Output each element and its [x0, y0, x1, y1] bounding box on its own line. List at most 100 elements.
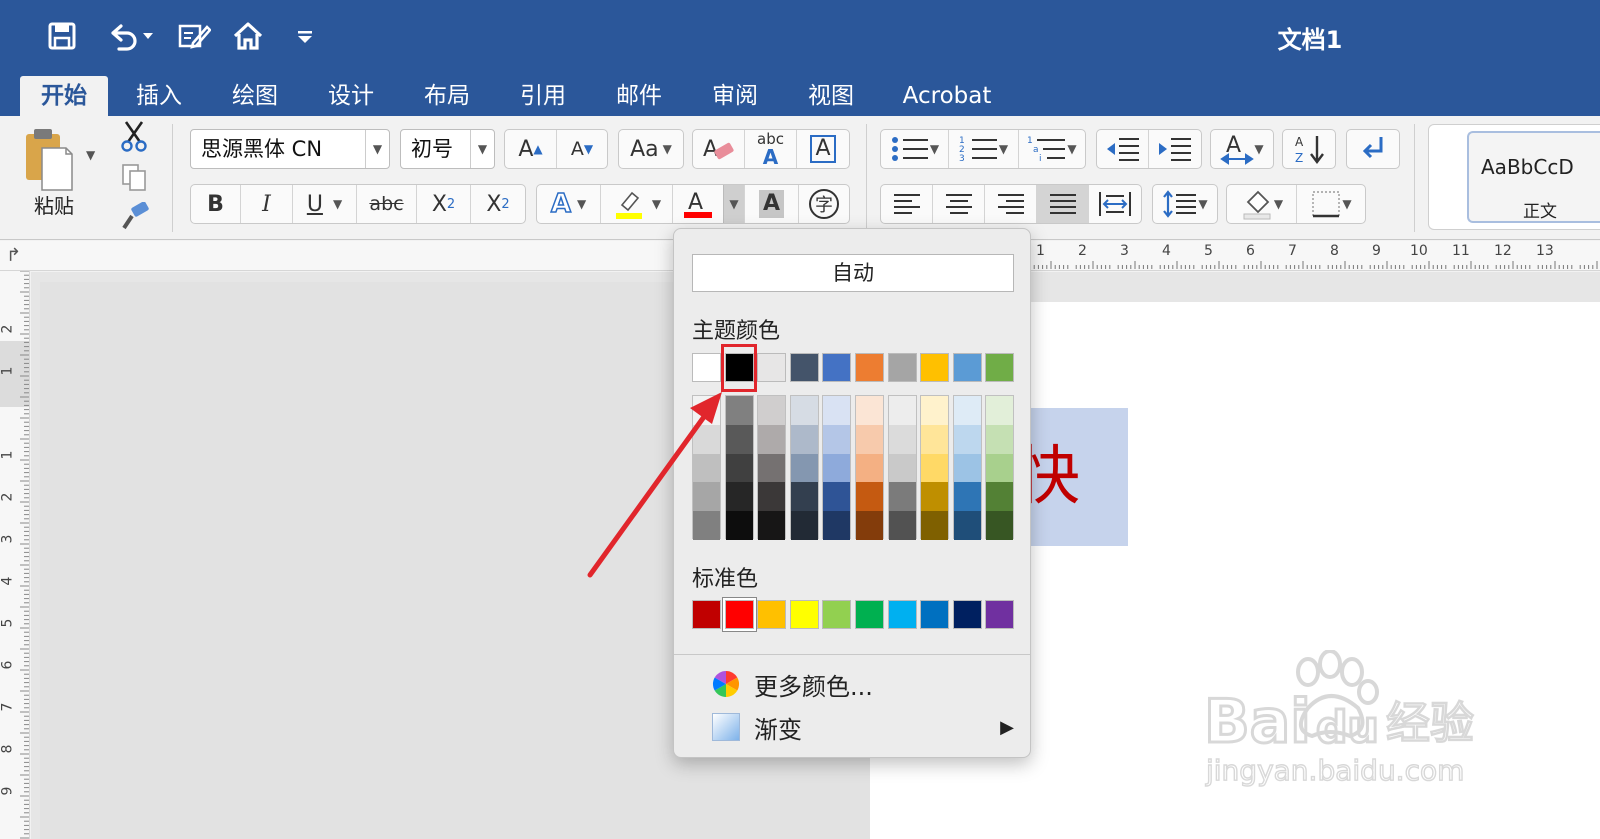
justify-icon[interactable]: [1037, 185, 1089, 223]
shade-swatch[interactable]: [986, 424, 1014, 454]
font-color-button[interactable]: A: [673, 185, 723, 223]
shading-icon[interactable]: ▼: [1227, 185, 1297, 223]
shade-swatch[interactable]: [856, 453, 883, 483]
font-size-dropdown-icon[interactable]: ▼: [470, 130, 494, 168]
standard-color-swatch[interactable]: [692, 600, 721, 629]
subscript-icon[interactable]: X2: [417, 185, 471, 223]
asian-layout-icon[interactable]: A ▼: [1210, 129, 1274, 169]
paste-dropdown-icon[interactable]: ▼: [86, 148, 95, 162]
line-spacing-icon[interactable]: ▼: [1152, 184, 1218, 224]
shade-swatch[interactable]: [693, 453, 720, 483]
tab-layout[interactable]: 布局: [408, 76, 486, 116]
copy-icon[interactable]: [120, 162, 148, 196]
more-colors-item[interactable]: 更多颜色...: [712, 666, 873, 702]
save-icon[interactable]: [40, 14, 84, 58]
shade-swatch[interactable]: [888, 482, 916, 512]
standard-color-swatch[interactable]: [855, 600, 884, 629]
distributed-icon[interactable]: [1089, 185, 1141, 223]
shade-swatch[interactable]: [758, 396, 786, 425]
shade-swatch[interactable]: [790, 511, 818, 540]
numbering-icon[interactable]: 1 2 3 ▼: [949, 130, 1019, 168]
clear-formatting-icon[interactable]: A: [693, 130, 745, 168]
shade-swatch[interactable]: [790, 424, 818, 454]
standard-color-swatch[interactable]: [985, 600, 1015, 629]
styles-gallery[interactable]: AaBbCcD 正文: [1428, 124, 1600, 230]
tab-mailings[interactable]: 邮件: [600, 76, 678, 116]
theme-color-swatch[interactable]: [822, 353, 852, 382]
shade-swatch[interactable]: [888, 396, 916, 425]
standard-color-swatch-selected[interactable]: [722, 598, 756, 631]
shade-swatch[interactable]: [693, 424, 720, 454]
theme-color-swatch[interactable]: [789, 353, 819, 382]
shade-swatch[interactable]: [986, 482, 1014, 512]
tab-selector-icon[interactable]: ↱: [6, 245, 21, 266]
theme-color-swatch[interactable]: [887, 353, 917, 382]
shade-swatch[interactable]: [725, 482, 753, 512]
selected-text[interactable]: 快乐: [1030, 408, 1128, 546]
superscript-icon[interactable]: X2: [471, 185, 525, 223]
shade-swatch[interactable]: [856, 482, 883, 512]
shade-swatch[interactable]: [790, 396, 818, 425]
shade-swatch[interactable]: [856, 424, 883, 454]
shade-swatch[interactable]: [823, 511, 851, 540]
borders-icon[interactable]: ▼: [1297, 185, 1365, 223]
shade-swatch[interactable]: [693, 482, 720, 512]
show-formatting-marks-icon[interactable]: [1346, 129, 1400, 169]
shade-swatch[interactable]: [953, 482, 981, 512]
shade-swatch[interactable]: [888, 424, 916, 454]
tab-draw[interactable]: 绘图: [216, 76, 294, 116]
theme-color-swatch[interactable]: [757, 353, 787, 382]
format-painter-icon[interactable]: [118, 201, 150, 236]
customize-toolbar-icon[interactable]: [290, 14, 320, 58]
shade-swatch[interactable]: [823, 396, 851, 425]
bullets-icon[interactable]: ▼: [881, 130, 949, 168]
paste-icon[interactable]: [20, 124, 80, 194]
shade-swatch[interactable]: [823, 482, 851, 512]
font-name-dropdown-icon[interactable]: ▼: [365, 130, 389, 168]
shade-swatch[interactable]: [693, 396, 720, 425]
character-shading-icon[interactable]: A: [745, 185, 799, 223]
shade-swatch[interactable]: [986, 453, 1014, 483]
theme-color-swatch[interactable]: [692, 353, 721, 382]
shade-swatch[interactable]: [953, 424, 981, 454]
theme-color-swatch[interactable]: [855, 353, 884, 382]
strikethrough-button[interactable]: abc: [357, 185, 417, 223]
align-right-icon[interactable]: [985, 185, 1037, 223]
shrink-font-icon[interactable]: A ▼: [557, 130, 607, 168]
increase-indent-icon[interactable]: [1149, 130, 1201, 168]
shade-swatch[interactable]: [986, 511, 1014, 540]
shade-swatch[interactable]: [888, 511, 916, 540]
shade-swatch[interactable]: [953, 396, 981, 425]
enclose-character-icon[interactable]: 字: [799, 185, 849, 223]
tab-view[interactable]: 视图: [792, 76, 870, 116]
shade-swatch[interactable]: [758, 511, 786, 540]
gradient-item[interactable]: 渐变 ▶: [712, 709, 1014, 745]
shade-swatch[interactable]: [725, 396, 753, 425]
bold-button[interactable]: B: [191, 185, 241, 223]
standard-color-swatch[interactable]: [952, 600, 982, 629]
font-size-input[interactable]: 初号 ▼: [400, 129, 495, 169]
tab-references[interactable]: 引用: [504, 76, 582, 116]
shade-swatch[interactable]: [823, 453, 851, 483]
home-icon[interactable]: [228, 14, 268, 58]
standard-color-swatch[interactable]: [822, 600, 852, 629]
tab-design[interactable]: 设计: [312, 76, 390, 116]
shade-swatch[interactable]: [758, 453, 786, 483]
shade-swatch[interactable]: [725, 453, 753, 483]
change-case-icon[interactable]: Aa ▼: [618, 129, 684, 169]
shade-swatch[interactable]: [725, 511, 753, 540]
theme-color-swatch[interactable]: [952, 353, 982, 382]
automatic-color-button[interactable]: 自动: [692, 254, 1014, 292]
edit-document-icon[interactable]: [172, 14, 216, 58]
standard-color-swatch[interactable]: [887, 600, 917, 629]
shade-swatch[interactable]: [921, 453, 949, 483]
undo-icon[interactable]: [100, 14, 160, 58]
theme-color-swatch[interactable]: [920, 353, 950, 382]
shade-swatch[interactable]: [921, 511, 949, 540]
shade-swatch[interactable]: [856, 396, 883, 425]
cut-icon[interactable]: [118, 120, 150, 156]
standard-color-swatch[interactable]: [789, 600, 819, 629]
shade-swatch[interactable]: [953, 453, 981, 483]
shade-swatch[interactable]: [725, 424, 753, 454]
shade-swatch[interactable]: [693, 511, 720, 540]
